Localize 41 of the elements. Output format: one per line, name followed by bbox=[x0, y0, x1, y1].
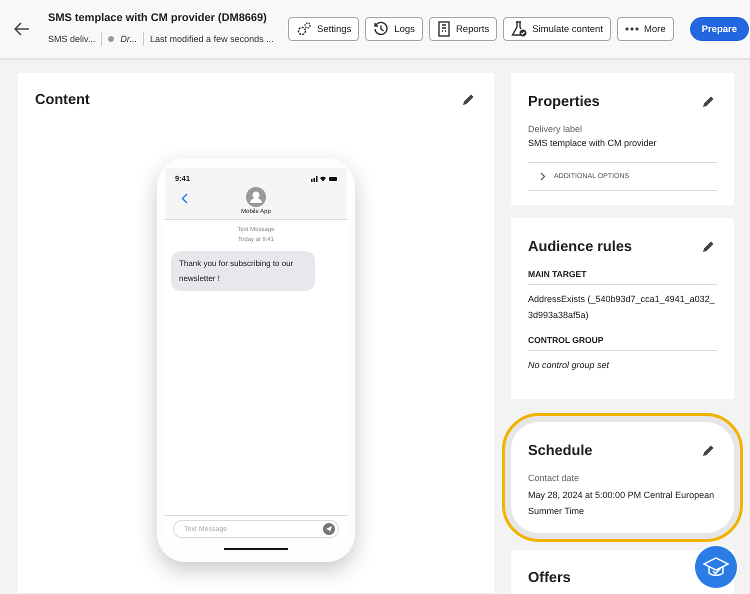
settings-button[interactable]: Settings bbox=[288, 17, 360, 41]
field-value: SMS templace with CM provider bbox=[528, 138, 658, 148]
chevron-icon bbox=[540, 172, 546, 181]
panel-title: Schedule bbox=[528, 442, 592, 458]
panel-title: Content bbox=[35, 92, 90, 108]
back-chevron-icon[interactable] bbox=[181, 193, 188, 204]
field-label: Delivery label bbox=[528, 124, 584, 134]
last-modified-label: Last modified a few seconds ... bbox=[150, 34, 274, 44]
gears-icon bbox=[296, 21, 312, 37]
status-dot-icon bbox=[108, 36, 114, 42]
target-value: AddressExists (_540b93d7_cca1_4941_a032_3d993a38af5a) bbox=[528, 293, 716, 322]
delivery-title: SMS templace with CM provider (DM8669) bbox=[48, 12, 268, 24]
message-bubble: Thank you for subscribing to our newsletter ! bbox=[171, 251, 315, 291]
field-value: May 28, 2024 at 5:00:00 PM Central European Summer Time bbox=[528, 489, 716, 518]
simulate-button[interactable]: Simulate content bbox=[503, 17, 611, 41]
prepare-button[interactable]: Prepare bbox=[690, 17, 750, 41]
avatar-icon bbox=[246, 187, 266, 207]
section-heading: MAIN TARGET bbox=[528, 269, 717, 285]
empty-note: No control group set bbox=[528, 359, 610, 372]
pencil-icon bbox=[702, 444, 715, 457]
history-icon bbox=[373, 21, 390, 37]
section-heading: CONTROL GROUP bbox=[528, 335, 717, 351]
graduation-cap-icon bbox=[703, 556, 729, 578]
back-arrow-icon bbox=[14, 22, 30, 36]
pencil-icon bbox=[462, 93, 475, 106]
flask-icon bbox=[511, 21, 528, 37]
pencil-icon bbox=[702, 240, 715, 253]
panel-title: Audience rules bbox=[528, 238, 632, 254]
send-icon[interactable] bbox=[323, 523, 335, 535]
phone-status-icon bbox=[311, 175, 337, 182]
more-icon bbox=[624, 27, 639, 31]
panel-title: Properties bbox=[528, 94, 600, 110]
report-icon bbox=[436, 21, 451, 37]
pencil-icon bbox=[702, 95, 715, 108]
panel-title: Offers bbox=[528, 570, 572, 586]
channel-label: SMS deliv... bbox=[48, 34, 96, 44]
field-label: Contact date bbox=[528, 473, 580, 483]
logs-button[interactable]: Logs bbox=[365, 17, 423, 41]
more-button[interactable]: More bbox=[616, 17, 674, 41]
reports-button[interactable]: Reports bbox=[428, 17, 498, 41]
status-label: Dr... bbox=[120, 34, 138, 44]
